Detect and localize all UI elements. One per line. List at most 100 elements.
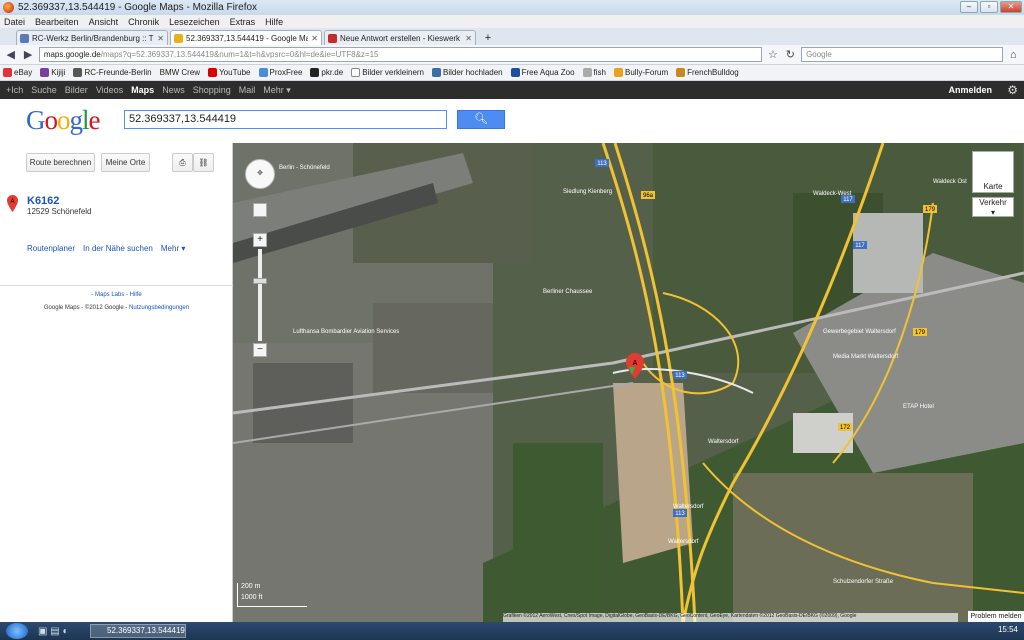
- zoom-out-button[interactable]: −: [253, 343, 267, 357]
- map-label-waltersdorf-2: Waltersdorf: [668, 539, 699, 545]
- quick-launch-icons[interactable]: ▣ ▤ ◐: [38, 626, 69, 637]
- start-button[interactable]: [6, 623, 28, 639]
- home-icon[interactable]: ⌂: [1007, 48, 1020, 62]
- map-type-karte[interactable]: Karte: [972, 151, 1014, 193]
- bookmark-free-aqua-zoo[interactable]: Free Aqua Zoo: [510, 68, 575, 77]
- tab-google-maps[interactable]: 52.369337,13.544419 - Google Maps ✕: [170, 30, 322, 45]
- road-shield-113-c: 113: [673, 509, 687, 517]
- menu-chronik[interactable]: Chronik: [128, 17, 159, 27]
- gbar-bilder[interactable]: Bilder: [65, 85, 88, 95]
- more-link[interactable]: Mehr ▾: [161, 244, 185, 253]
- gbar-mehr[interactable]: Mehr ▾: [263, 85, 291, 96]
- gbar-mail[interactable]: Mail: [239, 85, 256, 95]
- menu-extras[interactable]: Extras: [230, 17, 256, 27]
- print-icon[interactable]: ⎙: [172, 153, 193, 172]
- menu-ansicht[interactable]: Ansicht: [89, 17, 119, 27]
- map-label-media-markt: Media Markt Waltersdorf: [833, 354, 898, 360]
- menu-bearbeiten[interactable]: Bearbeiten: [35, 17, 79, 27]
- close-tab-icon[interactable]: ✕: [157, 34, 164, 43]
- back-button[interactable]: ◀: [4, 48, 17, 62]
- tab-bar: RC-Werkz Berlin/Brandenburg :: Thema a..…: [0, 28, 1024, 45]
- road-shield-113-a: 113: [595, 159, 609, 167]
- place-info: K6162 12529 Schönefeld: [27, 195, 92, 216]
- google-bar: +Ich Suche Bilder Videos Maps News Shopp…: [0, 81, 1024, 99]
- place-address: 12529 Schönefeld: [27, 207, 92, 216]
- gbar-ich[interactable]: +Ich: [6, 85, 23, 95]
- terms-link[interactable]: Nutzungsbedingungen: [129, 305, 189, 311]
- bookmark-bilder-hochladen[interactable]: Bilder hochladen: [432, 68, 503, 77]
- svg-text:96a: 96a: [643, 193, 654, 199]
- gbar-suche[interactable]: Suche: [31, 85, 57, 95]
- close-window-button[interactable]: ✕: [1000, 1, 1022, 13]
- zoom-in-button[interactable]: +: [253, 233, 267, 247]
- maps-search-input[interactable]: 52.369337,13.544419: [124, 110, 447, 129]
- close-tab-icon[interactable]: ✕: [465, 34, 472, 43]
- bookmark-bilder-verkleinern[interactable]: Bilder verkleinern: [351, 68, 424, 77]
- url-bar[interactable]: maps.google.de/maps?q=52.369337,13.54441…: [38, 47, 763, 62]
- system-clock: 15:54: [997, 625, 1018, 634]
- bookmark-bully-forum[interactable]: Bully-Forum: [614, 68, 668, 77]
- window-title: 52.369337,13.544419 - Google Maps - Mozi…: [18, 2, 258, 13]
- new-tab-button[interactable]: +: [481, 32, 495, 45]
- maps-labs-link[interactable]: - Maps Labs - Hilfe: [0, 292, 233, 298]
- taskbar: ▣ ▤ ◐ 52.369337,13.544419... 15:54: [0, 622, 1024, 640]
- google-logo[interactable]: Google: [26, 105, 100, 136]
- marker-a-icon[interactable]: A: [7, 195, 18, 212]
- bookmark-youtube[interactable]: YouTube: [208, 68, 251, 77]
- map-type-verkehr[interactable]: Verkehr ▾: [972, 197, 1014, 217]
- reload-icon[interactable]: ↻: [784, 48, 797, 62]
- minimize-button[interactable]: –: [960, 1, 978, 13]
- map-label-lufthansa: Lufthansa Bombardier Aviation Services: [293, 329, 399, 335]
- svg-text:A: A: [633, 360, 638, 367]
- my-places-button[interactable]: Meine Orte: [101, 153, 150, 172]
- bookmark-pkr[interactable]: pkr.de: [310, 68, 343, 77]
- menu-hilfe[interactable]: Hilfe: [265, 17, 283, 27]
- place-name[interactable]: K6162: [27, 195, 92, 207]
- bookmark-bmw-crew[interactable]: BMW Crew: [160, 68, 200, 77]
- nearby-search-link[interactable]: In der Nähe suchen: [83, 244, 153, 253]
- bookmarks-bar: eBay Kijiji RC-Freunde-Berlin BMW Crew Y…: [0, 65, 1024, 81]
- taskbar-firefox-item[interactable]: 52.369337,13.544419...: [90, 624, 186, 638]
- bookmark-proxfree[interactable]: ProxFree: [258, 68, 302, 77]
- place-actions: Routenplaner In der Nähe suchen Mehr ▾: [27, 244, 185, 253]
- map-label-waldeck-ost: Waldeck Ost: [933, 179, 967, 185]
- bookmark-frenchbulldog[interactable]: FrenchBulldog: [676, 68, 739, 77]
- road-shield-117-a: 117: [841, 195, 855, 203]
- search-button[interactable]: 🔍︎: [457, 110, 505, 129]
- map-attribution: Grafiken ©2012 AeroWest, Cnes/Spot Image…: [503, 613, 958, 622]
- tab-kieswerk[interactable]: Neue Antwort erstellen - Kieswerk Walter…: [324, 30, 476, 45]
- forward-button[interactable]: ▶: [21, 48, 34, 62]
- close-tab-icon[interactable]: ✕: [311, 34, 318, 43]
- search-field[interactable]: Google: [801, 47, 1003, 62]
- gbar-maps[interactable]: Maps: [131, 85, 154, 95]
- svg-text:172: 172: [840, 425, 851, 431]
- bookmark-fish[interactable]: fish: [582, 68, 606, 77]
- zoom-slider-handle[interactable]: [253, 278, 267, 284]
- road-shield-113-b: 113: [673, 371, 687, 379]
- route-button[interactable]: Route berechnen: [26, 153, 95, 172]
- maximize-button[interactable]: ▫: [980, 1, 998, 13]
- menu-lesezeichen[interactable]: Lesezeichen: [169, 17, 220, 27]
- bookmark-star-icon[interactable]: ☆: [766, 48, 779, 62]
- bookmark-ebay[interactable]: eBay: [3, 68, 32, 77]
- menu-datei[interactable]: Datei: [4, 17, 25, 27]
- menu-bar: Datei Bearbeiten Ansicht Chronik Lesezei…: [0, 15, 1024, 28]
- side-panel: Route berechnen Meine Orte ⎙ ⛓ A K6162 1…: [0, 143, 233, 623]
- routenplaner-link[interactable]: Routenplaner: [27, 244, 75, 253]
- pan-control[interactable]: ✥: [245, 159, 275, 189]
- zoom-slider[interactable]: [258, 249, 262, 341]
- svg-text:113: 113: [675, 373, 685, 379]
- tab-rc-werkz[interactable]: RC-Werkz Berlin/Brandenburg :: Thema a..…: [16, 30, 168, 45]
- bookmark-kijiji[interactable]: Kijiji: [40, 68, 65, 77]
- gbar-shopping[interactable]: Shopping: [193, 85, 231, 95]
- bookmark-rc-freunde[interactable]: RC-Freunde-Berlin: [73, 68, 152, 77]
- gbar-videos[interactable]: Videos: [96, 85, 123, 95]
- signin-link[interactable]: Anmelden: [948, 85, 992, 95]
- svg-text:179: 179: [915, 330, 926, 336]
- maps-favicon-icon: [174, 33, 183, 43]
- satellite-map[interactable]: Berlin - Schönefeld Siedlung Kienberg Wa…: [233, 143, 1024, 623]
- link-icon[interactable]: ⛓: [193, 153, 214, 172]
- pegman-icon[interactable]: [253, 203, 267, 217]
- gbar-news[interactable]: News: [162, 85, 185, 95]
- gear-icon[interactable]: ⚙: [1007, 83, 1018, 97]
